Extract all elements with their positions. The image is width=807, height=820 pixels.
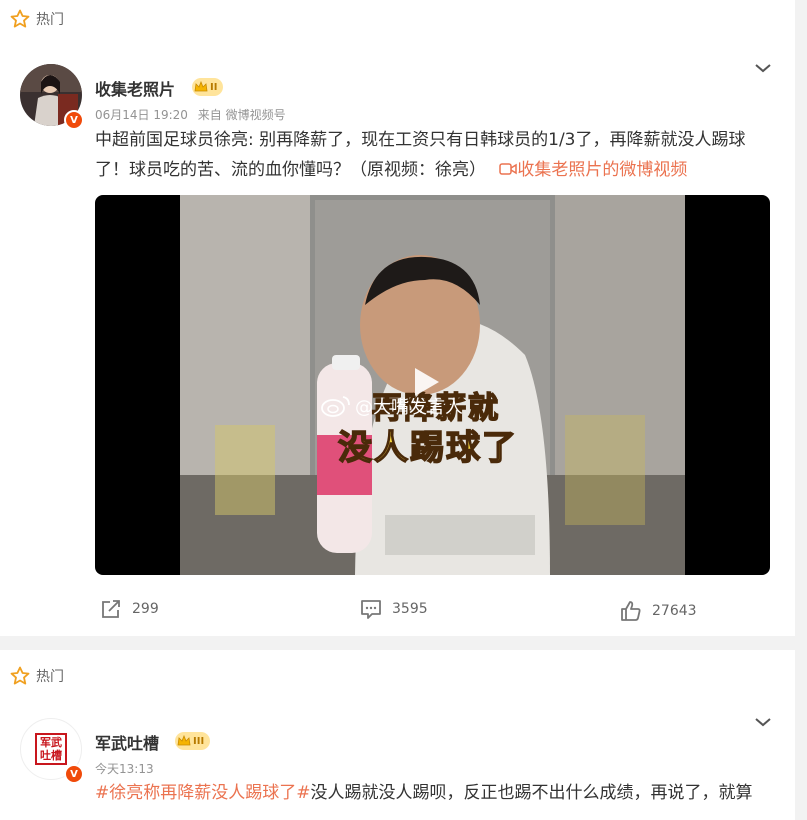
level-badge: II — [192, 78, 224, 96]
video-link-text[interactable]: 收集老照片的微博视频 — [517, 160, 687, 180]
watermark-text: @大嘴发言人 — [355, 397, 463, 418]
share-button[interactable]: 299 — [100, 598, 159, 620]
hot-tag: 热门 — [10, 666, 64, 686]
post-text-line1: 中超前国足球员徐亮: 别再降薪了，现在工资只有日韩球员的1/3了，再降薪就没人踢… — [95, 130, 746, 150]
crown-icon — [177, 735, 191, 746]
comment-count: 3595 — [392, 601, 428, 617]
hot-label: 热门 — [36, 669, 64, 685]
post-text: #徐亮称再降薪没人踢球了#没人踢就没人踢呗，反正也踢不出什么成绩，再说了，就算 — [95, 778, 795, 808]
hot-tag: 热门 — [10, 9, 64, 29]
verified-badge-icon: V — [64, 764, 84, 784]
post-text-line2-body: 了！球员吃的苦、流的血你懂吗？（原视频：徐亮） — [95, 160, 486, 180]
comment-icon — [361, 600, 381, 619]
post-text-line2: 了！球员吃的苦、流的血你懂吗？（原视频：徐亮） 收集老照片的微博视频 — [95, 155, 775, 185]
scrollbar[interactable] — [795, 0, 807, 807]
verified-badge-icon: V — [64, 110, 84, 130]
like-button[interactable]: 27643 — [620, 600, 697, 622]
author-name[interactable]: 收集老照片 — [95, 76, 175, 100]
chevron-down-icon[interactable] — [753, 712, 773, 732]
share-icon — [102, 600, 120, 618]
level-text: III — [193, 735, 205, 747]
play-icon[interactable] — [412, 365, 442, 399]
star-icon — [10, 666, 30, 685]
comment-button[interactable]: 3595 — [360, 598, 428, 620]
post-time[interactable]: 今天13:13 — [95, 760, 154, 777]
crown-icon — [194, 81, 208, 92]
like-count: 27643 — [652, 603, 697, 619]
hot-label: 热门 — [36, 12, 64, 28]
video-caption-line2: 没人踢球了 — [337, 427, 518, 469]
video-camera-icon — [499, 163, 518, 175]
video-player[interactable]: 再降薪就 没人踢球了 @大嘴发言人 — [95, 195, 770, 575]
star-icon — [10, 9, 30, 28]
author-name[interactable]: 军武吐槽 — [95, 730, 159, 754]
video-link[interactable]: 收集老照片的微博视频 — [499, 160, 687, 180]
hashtag-link[interactable]: #徐亮称再降薪没人踢球了# — [95, 783, 311, 803]
action-bar: 299 3595 27643 — [0, 598, 795, 628]
level-badge: III — [175, 732, 211, 750]
feed-card-1: 热门 V 收集老照片 II 06月14日 19:20 来自 微博视频号 中超前国… — [0, 0, 795, 636]
weibo-logo-icon — [321, 396, 350, 417]
post-source: 来自 微博视频号 — [197, 108, 286, 122]
level-text: II — [210, 81, 218, 93]
post-meta: 06月14日 19:20 来自 微博视频号 — [95, 106, 286, 123]
chevron-down-icon[interactable] — [753, 58, 773, 78]
share-count: 299 — [132, 601, 159, 617]
avatar-seal: 军武吐槽 — [35, 733, 67, 765]
post-text-body: 没人踢就没人踢呗，反正也踢不出什么成绩，再说了，就算 — [310, 783, 753, 803]
thumbs-up-icon — [621, 601, 641, 621]
post-time[interactable]: 06月14日 19:20 — [95, 108, 188, 122]
feed-card-2: 热门 军武吐槽 V 军武吐槽 III 今天13:13 #徐亮称再降薪没人踢球了#… — [0, 650, 795, 820]
post-text: 中超前国足球员徐亮: 别再降薪了，现在工资只有日韩球员的1/3了，再降薪就没人踢… — [95, 125, 775, 185]
